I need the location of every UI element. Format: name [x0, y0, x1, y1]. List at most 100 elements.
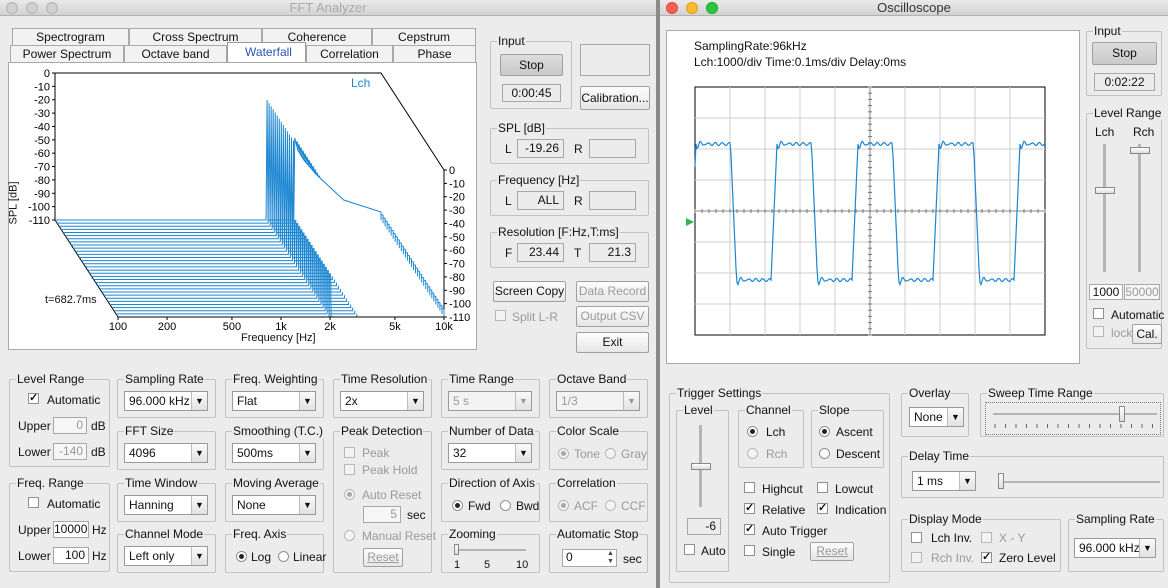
stop-button[interactable]: Stop [500, 54, 563, 76]
waterfall-plot: 0 -10 -20 -30 -40 -50 -60 -70 -80 -90 -100 -110 0 -10… [8, 62, 477, 350]
chevron-down-icon: ▼ [1139, 539, 1155, 557]
close-icon[interactable] [666, 2, 678, 14]
time-resolution-value: 2x [345, 394, 358, 408]
rch-inv-checkbox[interactable] [911, 552, 922, 563]
bwd-radio[interactable] [500, 500, 511, 511]
relative-checkbox[interactable]: ✓ [744, 503, 755, 514]
zoom-slider-thumb[interactable] [454, 544, 459, 555]
xy-checkbox[interactable] [981, 532, 992, 543]
level-upper-input[interactable]: 0 [53, 417, 87, 434]
delay-select[interactable]: 1 ms ▼ [912, 471, 976, 491]
overlay-select[interactable]: None ▼ [909, 407, 964, 427]
ascent-label: Ascent [836, 425, 873, 439]
y-tick-label: 0 [44, 68, 50, 80]
freq-auto-checkbox[interactable] [28, 497, 39, 508]
single-checkbox[interactable] [744, 545, 755, 556]
zero-level-checkbox[interactable]: ✓ [981, 552, 992, 563]
descent-radio[interactable] [819, 448, 830, 459]
screen-copy-button[interactable]: Screen Copy [493, 281, 566, 302]
calibration-button[interactable]: Calibration... [580, 86, 650, 110]
peak-reset-button[interactable]: Reset [363, 548, 403, 567]
level-auto-checkbox[interactable]: ✓ [28, 393, 39, 404]
freq-lower-input[interactable]: 100 [53, 547, 89, 564]
zoom-icon[interactable] [46, 2, 58, 14]
time-window-select[interactable]: Hanning ▼ [124, 495, 208, 515]
lch-level-value[interactable]: 1000 [1089, 284, 1123, 300]
smoothing-select[interactable]: 500ms ▼ [232, 443, 316, 463]
highcut-checkbox[interactable] [744, 482, 755, 493]
zooming-group: Zooming 1 5 10 [441, 527, 540, 573]
tab-correlation[interactable]: Correlation [306, 45, 393, 62]
fft-size-select[interactable]: 4096 ▼ [124, 443, 208, 463]
minimize-icon[interactable] [686, 2, 698, 14]
lowcut-checkbox[interactable] [817, 482, 828, 493]
trigger-level-thumb[interactable] [691, 463, 711, 470]
exit-button[interactable]: Exit [576, 332, 649, 353]
lock-checkbox[interactable] [1093, 326, 1104, 337]
log-radio[interactable] [236, 551, 247, 562]
trigger-auto-checkbox[interactable] [684, 544, 695, 555]
right-tick-label: -70 [449, 259, 465, 271]
tab-octave-band[interactable]: Octave band [124, 45, 227, 62]
linear-radio[interactable] [278, 551, 289, 562]
lch-inv-checkbox[interactable] [911, 532, 922, 543]
level-lower-input[interactable]: -140 [53, 443, 87, 460]
moving-average-select[interactable]: None ▼ [232, 495, 316, 515]
stepper-icon[interactable]: ▲ ▼ [607, 550, 614, 566]
tab-waterfall[interactable]: Waterfall [227, 42, 306, 63]
zoom-icon[interactable] [706, 2, 718, 14]
osc-stop-button[interactable]: Stop [1092, 42, 1157, 65]
gray-radio[interactable] [605, 448, 616, 459]
rch-level-value[interactable]: 50000 [1124, 284, 1160, 300]
tab-phase[interactable]: Phase [393, 45, 476, 62]
osc-rch-label: Rch [1133, 125, 1155, 139]
number-of-data-select[interactable]: 32 ▼ [448, 443, 532, 463]
auto-reset-sec-input[interactable]: 5 [363, 506, 401, 523]
lch-level-thumb[interactable] [1095, 187, 1115, 194]
time-resolution-select[interactable]: 2x ▼ [340, 391, 424, 411]
indication-checkbox[interactable]: ✓ [817, 503, 828, 514]
tab-power-spectrum[interactable]: Power Spectrum [10, 45, 124, 62]
manual-reset-radio[interactable] [344, 530, 355, 541]
auto-trigger-checkbox[interactable]: ✓ [744, 524, 755, 535]
output-csv-button[interactable]: Output CSV [576, 306, 649, 327]
osc-level-auto-checkbox[interactable] [1093, 308, 1104, 319]
ccf-radio[interactable] [605, 500, 616, 511]
overlay-group: Overlay None ▼ [901, 386, 969, 437]
lch-level-slider[interactable] [1103, 144, 1106, 272]
trigger-caption: Trigger Settings [676, 386, 763, 400]
freq-weighting-select[interactable]: Flat ▼ [232, 391, 316, 411]
trigger-lch-label: Lch [766, 425, 786, 439]
delay-slider-track[interactable] [1000, 481, 1160, 483]
rch-level-thumb[interactable] [1130, 147, 1150, 154]
tab-cepstrum[interactable]: Cepstrum [372, 28, 476, 45]
auto-reset-radio[interactable] [344, 489, 355, 500]
waterfall-slice [55, 99, 382, 221]
close-icon[interactable] [6, 2, 18, 14]
trigger-rch-radio[interactable] [747, 448, 758, 459]
tone-radio[interactable] [558, 448, 569, 459]
trigger-lch-radio[interactable] [747, 426, 758, 437]
channel-mode-select[interactable]: Left only ▼ [124, 546, 208, 566]
peak-checkbox[interactable] [344, 447, 355, 458]
octave-band-select[interactable]: 1/3 ▼ [556, 391, 640, 411]
freq-upper-input[interactable]: 10000 [53, 521, 89, 538]
ascent-radio[interactable] [819, 426, 830, 437]
peak-hold-checkbox[interactable] [344, 464, 355, 475]
moving-average-group: Moving Average None ▼ [225, 476, 324, 522]
rch-level-slider[interactable] [1138, 144, 1141, 272]
data-record-button[interactable]: Data Record [576, 281, 649, 302]
fwd-radio[interactable] [452, 500, 463, 511]
time-range-select[interactable]: 5 s ▼ [448, 391, 532, 411]
delay-slider-thumb[interactable] [998, 473, 1004, 489]
sampling-rate-select[interactable]: 96.000 kHz ▼ [124, 391, 208, 411]
zoom-tick-10: 10 [516, 559, 529, 571]
tab-spectrogram[interactable]: Spectrogram [12, 28, 129, 45]
zoom-slider-track[interactable] [456, 549, 526, 551]
split-lr-checkbox[interactable] [495, 310, 506, 321]
acf-radio[interactable] [558, 500, 569, 511]
cal-button[interactable]: Cal. [1132, 324, 1162, 344]
osc-sampling-rate-select[interactable]: 96.000 kHz ▼ [1074, 538, 1156, 558]
trigger-reset-button[interactable]: Reset [810, 542, 854, 561]
minimize-icon[interactable] [26, 2, 38, 14]
